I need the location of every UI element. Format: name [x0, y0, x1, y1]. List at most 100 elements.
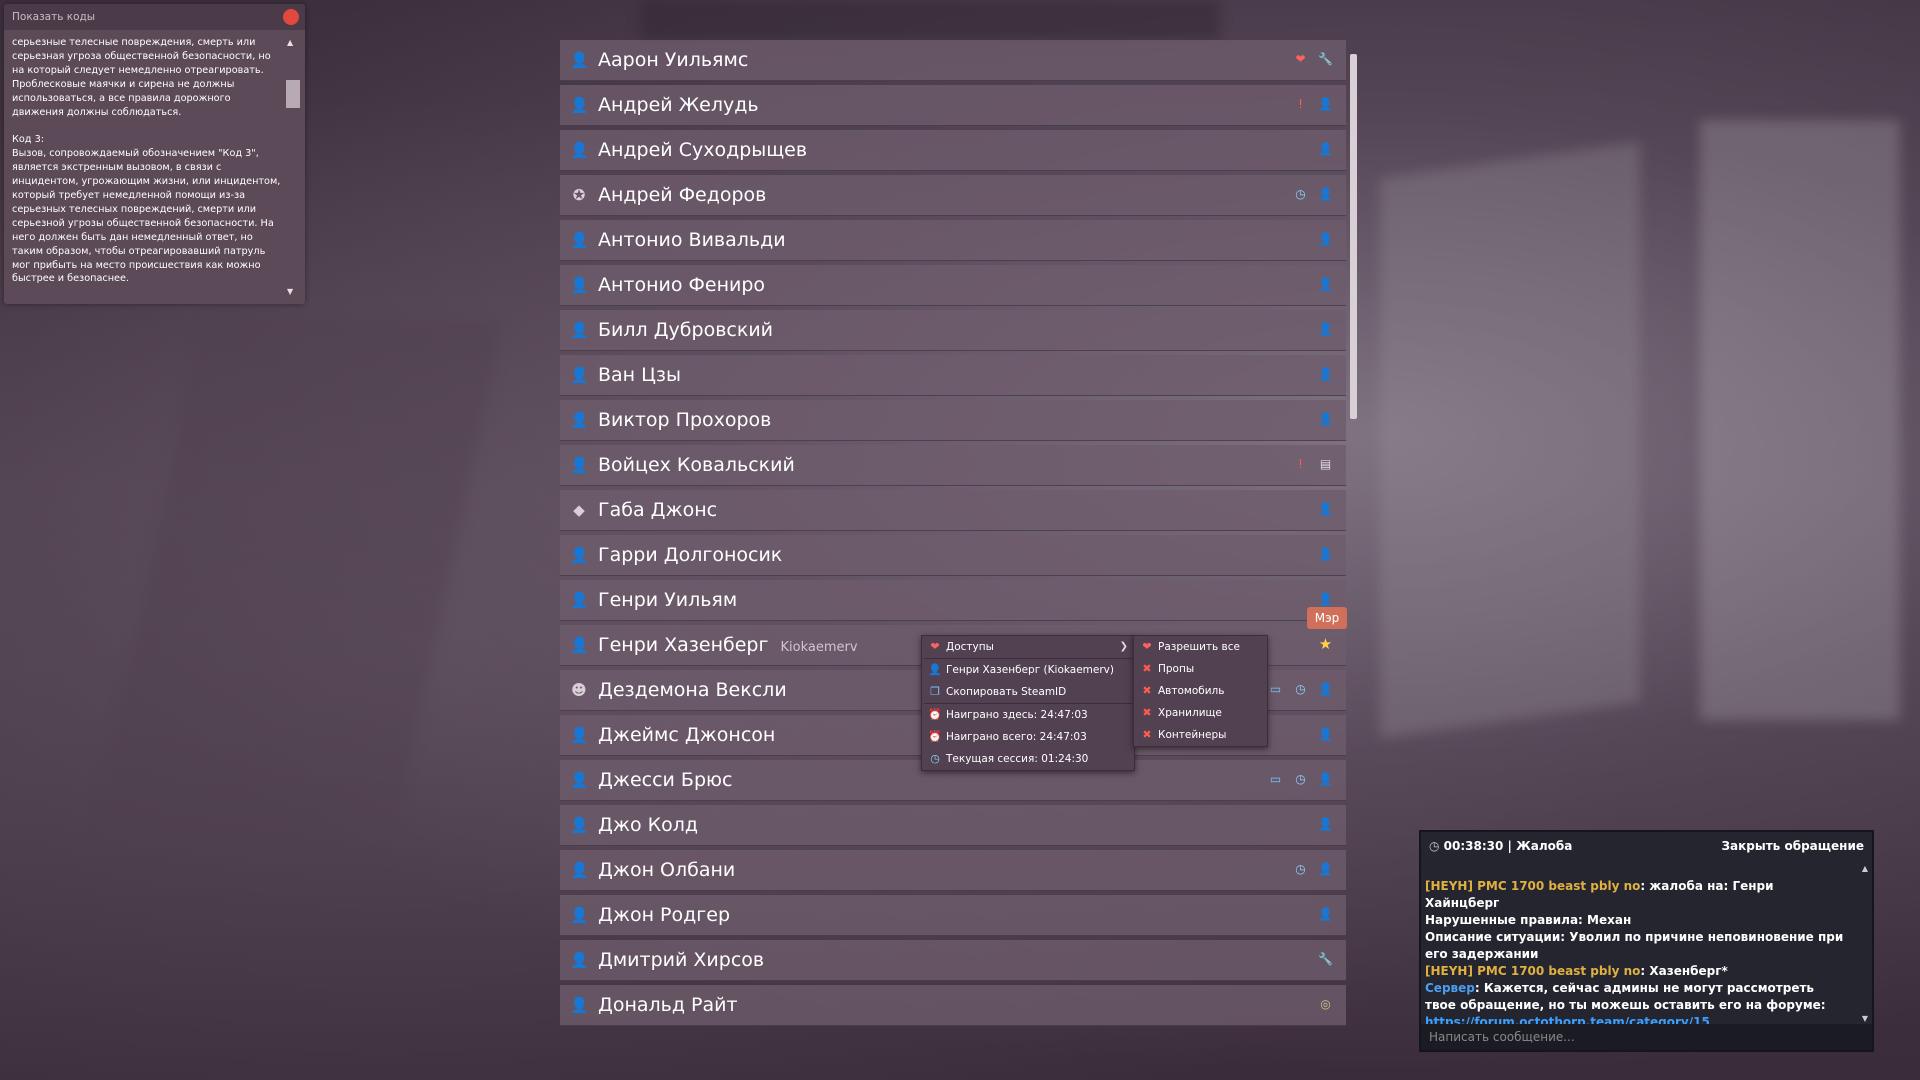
alarm-icon: ⏰	[928, 708, 942, 721]
status-icons: 👤	[1317, 591, 1334, 608]
player-name: Генри Уильям	[598, 589, 738, 611]
heart-icon: ❤	[1142, 640, 1152, 653]
message-text: : Хазенберг*	[1640, 964, 1728, 978]
player-row[interactable]: 👤 Андрей Суходрыщев 👤	[560, 130, 1346, 171]
context-menu: ❤ Доступы ❯ 👤 Генри Хазенберг (Kiokaemerv) ❐ С…	[921, 635, 1135, 771]
player-name: Джеймс Джонсон	[598, 724, 776, 746]
user-icon: 👤	[1318, 862, 1333, 876]
player-name: Габа Джонс	[598, 499, 718, 521]
user-icon: 👤	[570, 321, 589, 339]
user-icon: 👤	[1318, 367, 1333, 381]
close-icon[interactable]	[283, 9, 299, 25]
player-name: Гарри Долгоносик	[598, 544, 783, 566]
chat-message: [HEYH] PMC 1700 beast pbly no: жалоба на…	[1425, 878, 1845, 912]
player-row[interactable]: 👤 Гарри Долгоносик 👤	[560, 535, 1346, 576]
monitor-icon: ▭	[1269, 682, 1282, 696]
user-icon: 👤	[1318, 547, 1333, 561]
scroll-up-icon[interactable]: ▲	[287, 38, 293, 47]
player-name: Виктор Прохоров	[598, 409, 772, 431]
gem-icon: ◆	[573, 501, 585, 519]
status-icons: 👤	[1317, 141, 1334, 158]
player-row[interactable]: 👤 Джон Родгер 👤	[560, 895, 1346, 936]
codes-panel-title: Показать коды	[4, 4, 305, 30]
user-icon: 👤	[1318, 907, 1333, 921]
user-icon: 👤	[570, 366, 589, 384]
clock-icon: ◷	[1429, 839, 1440, 853]
user-icon: 👤	[1318, 232, 1333, 246]
user-icon: 👤	[570, 276, 589, 294]
clock-icon: ◷	[1295, 772, 1306, 786]
scroll-down-icon[interactable]: ▼	[287, 287, 293, 296]
menu-item[interactable]: ✖ Автомобиль	[1134, 680, 1267, 702]
chat-message: Описание ситуации: Уволил по причине неп…	[1425, 929, 1845, 963]
list-scrollbar[interactable]	[1350, 54, 1357, 419]
cross-icon: ✖	[1142, 684, 1152, 697]
player-row[interactable]: 👤 Виктор Прохоров 👤	[560, 400, 1346, 441]
user-icon: 👤	[570, 861, 589, 879]
user-icon: 👤	[1318, 592, 1333, 606]
menu-item[interactable]: ⏰ Наиграно здесь: 24:47:03	[922, 704, 1134, 726]
menu-item-label: Хранилище	[1158, 707, 1222, 719]
chat-scroll-down-icon[interactable]: ▼	[1862, 1014, 1868, 1023]
player-row[interactable]: 👤 Дональд Райт ◎	[560, 985, 1346, 1026]
user-icon: 👤	[1318, 682, 1333, 696]
menu-item-label: Скопировать SteamID	[946, 686, 1067, 698]
status-icons: ★	[1317, 636, 1334, 653]
codes-scrollbar[interactable]: ▲ ▼	[285, 36, 300, 298]
status-icons: ! ▤	[1292, 456, 1334, 473]
user-icon: 👤	[570, 636, 589, 654]
status-icons: ◷ 👤	[1292, 861, 1334, 878]
chat-scroll-up-icon[interactable]: ▲	[1862, 864, 1868, 873]
copy-icon: ❐	[930, 685, 940, 698]
user-icon: 👤	[1318, 187, 1333, 201]
menu-item[interactable]: ✖ Контейнеры	[1134, 724, 1267, 746]
mask-icon: ☻	[571, 681, 587, 699]
player-row[interactable]: 👤 Ван Цзы 👤	[560, 355, 1346, 396]
menu-item[interactable]: ✖ Хранилище	[1134, 702, 1267, 724]
player-row[interactable]: 👤 Войцех Ковальский! ▤	[560, 445, 1346, 486]
player-row[interactable]: 👤 Генри Уильям 👤	[560, 580, 1346, 621]
player-row[interactable]: 👤 Андрей Желудь! 👤	[560, 85, 1346, 126]
status-icons: 👤	[1317, 276, 1334, 293]
message-author: [HEYH] PMC 1700 beast pbly no	[1425, 879, 1641, 893]
user-icon: 👤	[570, 996, 589, 1014]
player-name: Генри Хазенберг Kiokaemerv	[598, 634, 858, 656]
menu-item[interactable]: ⏰ Наиграно всего: 24:47:03	[922, 726, 1134, 748]
menu-item[interactable]: 👤 Генри Хазенберг (Kiokaemerv)	[922, 659, 1134, 681]
menu-item-label: Пропы	[1158, 663, 1195, 675]
menu-item[interactable]: ✖ Пропы	[1134, 658, 1267, 680]
player-row[interactable]: 👤 Дмитрий Хирсов 🔧	[560, 940, 1346, 981]
clock-icon: ◷	[1295, 682, 1306, 696]
menu-item[interactable]: ❐ Скопировать SteamID	[922, 681, 1134, 703]
menu-item[interactable]: ❤ Разрешить все	[1134, 636, 1267, 658]
menu-item[interactable]: ❤ Доступы ❯	[922, 636, 1134, 658]
close-ticket-button[interactable]: Закрыть обращение	[1722, 832, 1864, 860]
status-icons: 👤	[1317, 411, 1334, 428]
menu-item-label: Наиграно всего: 24:47:03	[946, 731, 1087, 743]
user-icon: 👤	[1318, 817, 1333, 831]
status-icons: ▭ ◷ 👤	[1267, 771, 1334, 788]
user-icon: 👤	[1318, 502, 1333, 516]
menu-item-label: Контейнеры	[1158, 729, 1227, 741]
player-row[interactable]: 👤 Аарон Уильямс ❤ 🔧	[560, 40, 1346, 81]
clock-icon: ◷	[1295, 862, 1306, 876]
scroll-thumb[interactable]	[286, 80, 300, 108]
message-text: Нарушенные правила: Механ	[1425, 913, 1632, 927]
menu-item[interactable]: ◷ Текущая сессия: 01:24:30	[922, 748, 1134, 770]
player-row[interactable]: ◆ Габа Джонс 👤	[560, 490, 1346, 531]
role-tooltip: Мэр	[1307, 607, 1347, 629]
user-icon: 👤	[570, 231, 589, 249]
chat-title: 00:38:30 | Жалоба	[1443, 839, 1573, 853]
message-input[interactable]: Написать сообщение...	[1421, 1024, 1872, 1050]
player-row[interactable]: 👤 Джо Колд 👤	[560, 805, 1346, 846]
player-row[interactable]: 👤 Билл Дубровский 👤	[560, 310, 1346, 351]
steam-name: Kiokaemerv	[780, 640, 858, 655]
codes-text: серьезные телесные повреждения, смерть и…	[12, 37, 281, 285]
user-icon: 👤	[570, 546, 589, 564]
player-row[interactable]: 👤 Антонио Вивальди 👤	[560, 220, 1346, 261]
player-row[interactable]: ✪ Андрей Федоров ◷ 👤	[560, 175, 1346, 216]
player-row[interactable]: 👤 Джон Олбани ◷ 👤	[560, 850, 1346, 891]
status-icons: ❤ 🔧	[1292, 51, 1334, 68]
player-name: Андрей Федоров	[598, 184, 767, 206]
player-row[interactable]: 👤 Антонио Фениро 👤	[560, 265, 1346, 306]
